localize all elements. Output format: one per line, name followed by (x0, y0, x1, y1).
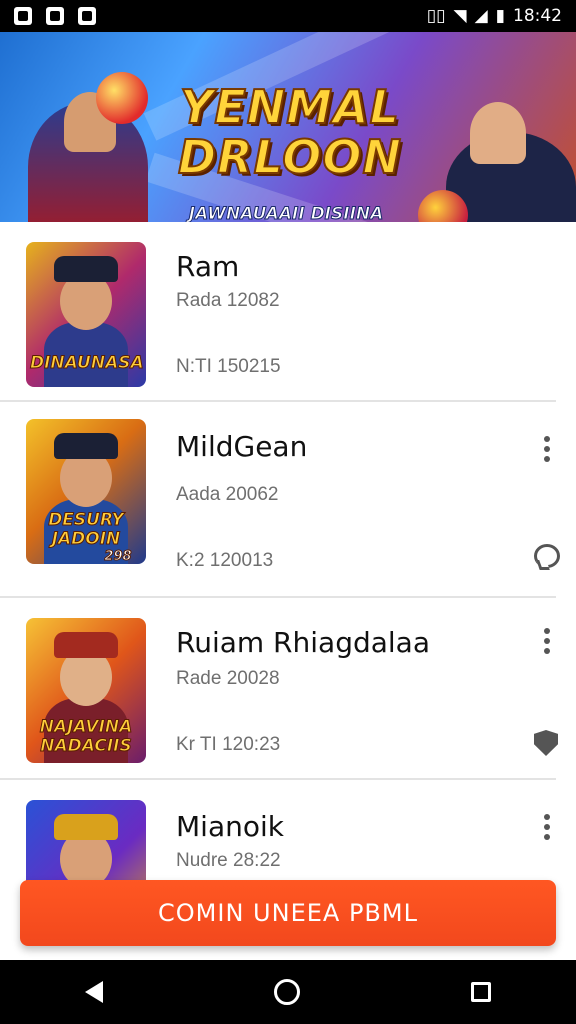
thumb-caption: NAJAVINA NADACIIS (39, 717, 133, 756)
item-title: Ram (176, 250, 240, 283)
thumb-badge: 298 (104, 549, 132, 565)
more-options-icon[interactable] (541, 628, 553, 654)
promo-banner[interactable]: YENMAL DRLOON JAWNAUAAII DISIINA (0, 32, 576, 222)
more-options-icon[interactable] (541, 436, 553, 462)
item-title: MildGean (176, 430, 308, 463)
game-thumbnail[interactable]: DINAUNASA (26, 242, 146, 387)
recent-apps-icon[interactable] (470, 982, 491, 1002)
divider (0, 400, 556, 402)
banner-ball-icon (96, 72, 148, 124)
video-icon (78, 7, 96, 25)
back-icon[interactable] (85, 981, 104, 1003)
battery-icon: ▮ (495, 6, 505, 26)
status-time: 18:42 (513, 6, 562, 26)
item-meta-secondary: N:TI 150215 (176, 356, 281, 377)
image-icon (14, 7, 32, 25)
divider (0, 596, 556, 598)
signal-icon: ◢ (474, 6, 488, 26)
banner-title: YENMAL DRLOON (177, 80, 402, 184)
item-meta-primary: Aada 20062 (176, 484, 279, 505)
thumb-character-hat (54, 632, 118, 658)
divider (0, 778, 556, 780)
banner-character-right-head (470, 102, 526, 164)
home-icon[interactable] (273, 979, 300, 1005)
more-options-icon[interactable] (541, 814, 553, 840)
item-meta-secondary: K:2 120013 (176, 550, 274, 571)
navigation-bar (0, 960, 576, 1024)
item-title: Mianoik (176, 810, 284, 843)
game-thumbnail[interactable]: DESURY JADOIN 298 (26, 419, 146, 564)
thumb-character-crown (54, 814, 118, 840)
item-meta-primary: Nudre 28:22 (176, 850, 281, 871)
chat-icon[interactable] (534, 544, 560, 568)
cta-button[interactable]: COMIN UNEEA PBML (20, 880, 556, 946)
thumb-caption: DESURY JADOIN (48, 510, 125, 549)
item-meta-primary: Rada 12082 (176, 290, 280, 311)
thumb-character-hat (54, 256, 118, 282)
thumb-caption: DINAUNASA (30, 353, 145, 373)
wifi-icon: ◥ (453, 6, 467, 26)
banner-subtitle: JAWNAUAAII DISIINA (188, 204, 384, 223)
thumb-character-hat (54, 433, 118, 459)
vibrate-icon: ▯▯ (426, 6, 446, 26)
game-thumbnail[interactable]: NAJAVINA NADACIIS (26, 618, 146, 763)
shield-icon[interactable] (534, 730, 558, 756)
status-bar: ▯▯ ◥ ◢ ▮ 18:42 (0, 0, 576, 32)
item-meta-secondary: Kr TI 120:23 (176, 734, 281, 755)
play-icon (46, 7, 64, 25)
item-meta-primary: Rade 20028 (176, 668, 280, 689)
item-title: Ruiam Rhiagdalaa (176, 626, 430, 659)
